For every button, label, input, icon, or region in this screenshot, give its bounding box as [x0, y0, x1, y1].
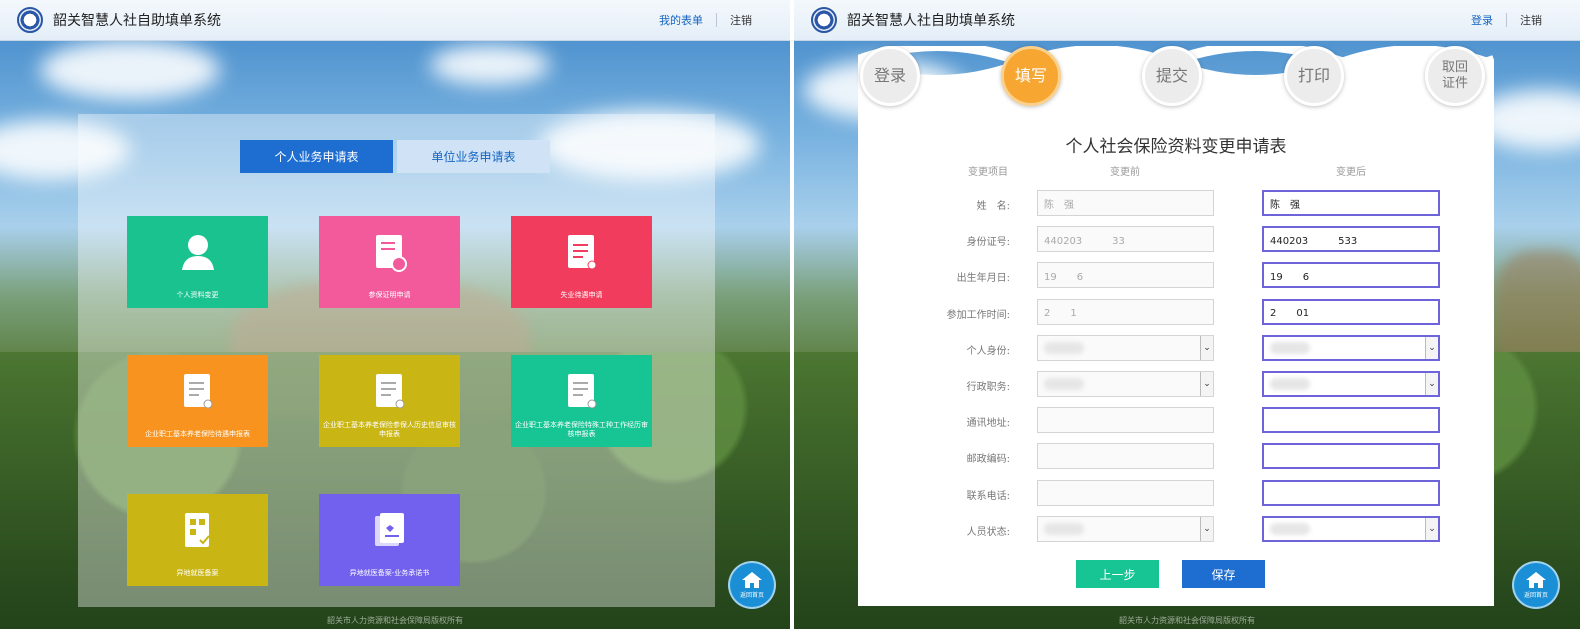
commitment-doc-icon	[372, 510, 408, 550]
after-input[interactable]	[1262, 443, 1440, 470]
field-label: 通讯地址:	[966, 418, 1010, 430]
after-input[interactable]: 440203 533	[1262, 226, 1440, 253]
step-3: 提交	[1142, 46, 1202, 106]
document-icon	[372, 371, 408, 411]
certificate-icon	[372, 232, 408, 272]
home-button[interactable]: 返回首页	[728, 561, 776, 609]
field-label: 人员状态:	[966, 526, 1010, 538]
left-panel: 韶关智慧人社自助填单系统 我的表单 注销 个人业务申请表 单位业务申请表 个人资…	[0, 0, 790, 629]
medical-building-icon	[180, 510, 216, 550]
field-label: 联系电话:	[966, 490, 1010, 502]
after-input[interactable]	[1262, 407, 1440, 434]
step-1: 登录	[860, 46, 920, 106]
form-tile[interactable]: 企业职工基本养老保险待遇申报表	[127, 355, 268, 447]
before-input	[1037, 479, 1214, 506]
step-5: 取回 证件	[1425, 46, 1485, 106]
user-icon	[180, 232, 216, 272]
home-icon	[1526, 572, 1546, 588]
form-tile[interactable]: 企业职工基本养老保险特殊工种工作经历审核申报表	[511, 355, 652, 447]
home-icon	[742, 572, 762, 588]
after-input[interactable]: 陈 强	[1262, 190, 1440, 216]
site-logo	[17, 7, 43, 33]
tile-label: 异地就医备案	[176, 569, 219, 577]
footer-copyright: 韶关市人力资源和社会保障局版权所有	[327, 616, 463, 625]
after-input[interactable]: 2 01	[1262, 298, 1440, 325]
logout-link[interactable]: 注销	[1520, 12, 1542, 28]
after-select[interactable]: ⌄	[1262, 371, 1440, 397]
before-input: 2 1	[1037, 298, 1214, 325]
column-header-item: 变更项目	[968, 167, 1008, 178]
before-select: ⌄	[1037, 371, 1214, 397]
save-button[interactable]: 保存	[1182, 560, 1265, 588]
document-icon	[180, 371, 216, 411]
divider	[716, 13, 717, 27]
top-header: 韶关智慧人社自助填单系统 登录 注销	[794, 0, 1580, 41]
form-tile[interactable]: 异地就医备案-业务承诺书	[319, 494, 460, 586]
after-select[interactable]: ⌄	[1262, 515, 1440, 542]
after-select[interactable]: ⌄	[1262, 334, 1440, 361]
unemployment-doc-icon	[564, 232, 600, 272]
top-header: 韶关智慧人社自助填单系统 我的表单 注销	[0, 0, 790, 41]
column-header-after: 变更后	[1336, 167, 1366, 178]
before-select: ⌄	[1037, 334, 1214, 361]
document-icon	[564, 371, 600, 411]
tile-label: 企业职工基本养老保险待遇申报表	[145, 430, 250, 438]
site-title: 韶关智慧人社自助填单系统	[847, 12, 1015, 28]
before-input: 440203 33	[1037, 226, 1214, 253]
field-label: 行政职务:	[966, 382, 1010, 393]
chevron-down-icon: ⌄	[1425, 373, 1438, 395]
chevron-down-icon: ⌄	[1200, 516, 1213, 541]
tab-unit-forms[interactable]: 单位业务申请表	[397, 140, 550, 173]
tile-label: 失业待遇申请	[560, 291, 603, 299]
tab-personal-forms[interactable]: 个人业务申请表	[240, 140, 393, 173]
tile-label: 企业职工基本养老保险特殊工种工作经历审核申报表	[515, 421, 648, 438]
before-input	[1037, 443, 1214, 470]
tile-label: 异地就医备案-业务承诺书	[349, 569, 430, 577]
divider	[1506, 13, 1507, 27]
step-2: 填写	[1001, 46, 1061, 106]
tile-label: 参保证明申请	[368, 291, 411, 299]
logout-link[interactable]: 注销	[730, 12, 752, 28]
site-logo	[811, 7, 837, 33]
home-button[interactable]: 返回首页	[1512, 561, 1560, 609]
chevron-down-icon: ⌄	[1200, 372, 1213, 396]
before-input	[1037, 407, 1214, 434]
chevron-down-icon: ⌄	[1200, 335, 1213, 360]
after-input[interactable]: 19 6	[1262, 262, 1440, 289]
after-input[interactable]	[1262, 479, 1440, 506]
before-input: 19 6	[1037, 262, 1214, 289]
field-label: 邮政编码:	[966, 454, 1010, 466]
form-tile[interactable]: 参保证明申请	[319, 216, 460, 308]
tile-label: 企业职工基本养老保险参保人历史信息审核申报表	[323, 421, 456, 438]
field-label: 姓 名:	[976, 201, 1010, 212]
before-select: ⌄	[1037, 515, 1214, 542]
my-forms-link[interactable]: 我的表单	[659, 12, 703, 28]
home-label: 返回首页	[739, 592, 764, 599]
login-link[interactable]: 登录	[1471, 12, 1493, 28]
before-input: 陈 强	[1037, 190, 1214, 216]
footer-copyright: 韶关市人力资源和社会保障局版权所有	[1119, 616, 1255, 625]
form-title: 个人社会保险资料变更申请表	[1065, 137, 1287, 157]
form-tile[interactable]: 失业待遇申请	[511, 216, 652, 308]
form-tile[interactable]: 企业职工基本养老保险参保人历史信息审核申报表	[319, 355, 460, 447]
field-label: 出生年月日:	[956, 273, 1010, 285]
chevron-down-icon: ⌄	[1425, 517, 1438, 540]
form-tile[interactable]: 个人资料变更	[127, 216, 268, 308]
field-label: 个人身份:	[966, 345, 1010, 357]
tile-label: 个人资料变更	[176, 291, 219, 299]
column-header-before: 变更前	[1110, 167, 1140, 178]
site-title: 韶关智慧人社自助填单系统	[53, 12, 221, 28]
field-label: 参加工作时间:	[946, 309, 1010, 321]
step-4: 打印	[1284, 46, 1344, 106]
home-label: 返回首页	[1523, 592, 1548, 599]
prev-step-button[interactable]: 上一步	[1076, 560, 1159, 588]
form-tile[interactable]: 异地就医备案	[127, 494, 268, 586]
field-label: 身份证号:	[966, 237, 1010, 249]
chevron-down-icon: ⌄	[1425, 336, 1438, 359]
